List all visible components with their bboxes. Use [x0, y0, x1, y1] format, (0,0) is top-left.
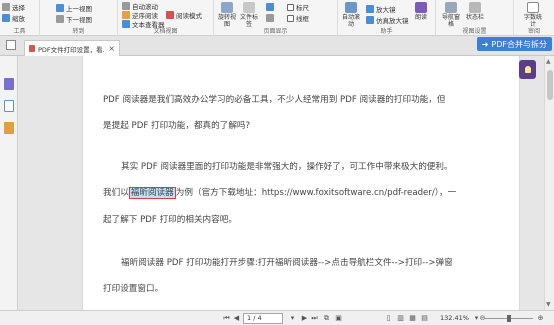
rotate-view-button[interactable]: 旋转视图: [216, 2, 238, 28]
group-label-pagedisplay: 页面显示: [263, 28, 288, 35]
nav-pane-button[interactable]: 导航窗格: [440, 2, 462, 28]
text-suffix: 为例（官方下载地址：https://www.foxitsoftware.cn/p…: [175, 188, 457, 198]
single-page-view-icon[interactable]: ▯: [384, 314, 393, 323]
tab-close-icon[interactable]: ×: [108, 44, 115, 53]
paragraph-2-line-1: 其实 PDF 阅读器里面的打印功能是非常强大的，操作好了，可工作中带来极大的便利…: [121, 162, 453, 172]
group-label-goto: 转到: [72, 28, 85, 35]
document-viewer[interactable]: PDF 阅读器是我们高效办公学习的必备工具，不少人经常用到 PDF 阅读器的打印…: [18, 56, 554, 310]
tab-document[interactable]: PDF文件打印设置，看... ×: [24, 40, 120, 56]
zoom-in-icon[interactable]: ⊕: [536, 314, 545, 323]
group-label-review: 审阅: [527, 28, 540, 35]
magnifier-icon: [366, 5, 374, 13]
bookmark-icon[interactable]: [4, 78, 14, 90]
paragraph-1-line-2: 是提起 PDF 打印功能，都真的了解吗?: [103, 121, 251, 131]
prev-view-button[interactable]: 上一视图: [56, 3, 92, 13]
ribbon-group-pagedisplay: 旋转视图 文件标签 标尺 线框 页面显示: [214, 0, 338, 36]
reverse-icon: [122, 2, 130, 10]
status-bar-icon: [469, 2, 481, 13]
group-label-assist: 助手: [380, 28, 393, 35]
vertical-scrollbar[interactable]: ▲ ▼: [544, 56, 554, 310]
next-view-button[interactable]: 下一视图: [56, 14, 92, 24]
paragraph-3-line-2: 打印设置窗口。: [103, 284, 164, 294]
continuous-icon: [266, 14, 274, 22]
first-page-icon[interactable]: ⏮: [222, 314, 231, 323]
read-mode-button[interactable]: 阅读模式: [166, 10, 202, 20]
loupe-button[interactable]: 仿真放大镜: [366, 15, 409, 25]
prev-view-icon: [56, 4, 64, 12]
tips-lamp-icon[interactable]: [519, 60, 536, 79]
speaker-icon: [415, 2, 427, 13]
select-tool-button[interactable]: 选择: [2, 2, 25, 12]
last-page-icon[interactable]: ⏭: [310, 314, 319, 323]
ribbon-group-tools: 选择 缩放 工具: [0, 0, 40, 36]
single-page-button[interactable]: [266, 2, 274, 12]
zoom-level[interactable]: 132.41%: [440, 314, 469, 322]
ribbon: 选择 缩放 工具 上一视图 下一视图 转到 自动滚动 逆序阅读 阅读模式 文本查…: [0, 0, 554, 36]
pdf-file-icon: [29, 45, 35, 52]
zoom-tool-button[interactable]: 缩放: [2, 13, 25, 23]
checkbox-icon: [287, 3, 294, 11]
continuous-page-button[interactable]: [266, 13, 274, 23]
grid-checkbox[interactable]: 线框: [287, 13, 309, 23]
panel-toggle-icon[interactable]: [6, 40, 16, 50]
text-prefix: 我们以: [103, 188, 129, 198]
file-tab-button[interactable]: 文件标签: [238, 2, 260, 28]
read-mode-icon: [166, 11, 174, 19]
copy-page-icon[interactable]: ⧉: [322, 314, 331, 323]
tab-title: PDF文件打印设置，看...: [38, 45, 106, 54]
pdf-page[interactable]: PDF 阅读器是我们高效办公学习的必备工具，不少人经常用到 PDF 阅读器的打印…: [82, 56, 520, 310]
paragraph-3-line-1: 福昕阅读器 PDF 打印功能打开步骤:打开福昕阅读器-->点击导航栏文件-->打…: [121, 258, 453, 268]
next-view-icon: [56, 15, 64, 23]
zoom-icon: [2, 14, 10, 22]
loupe-icon: [366, 16, 374, 24]
status-bar-button[interactable]: 状态栏: [464, 2, 486, 28]
nav-pane-icon: [445, 2, 457, 13]
rotate-icon: [221, 2, 233, 13]
word-count-button[interactable]: 字数统计: [522, 2, 544, 28]
cursor-icon: [2, 3, 10, 11]
group-label-viewset: 视图设置: [462, 28, 487, 35]
layers-icon[interactable]: [4, 122, 14, 134]
two-page-view-icon[interactable]: ▦: [408, 314, 417, 323]
page-thumbnail-icon[interactable]: [4, 100, 14, 112]
left-navigation-bar: [0, 56, 18, 310]
group-label-tools: 工具: [13, 28, 26, 35]
two-page-continuous-icon[interactable]: ▤: [420, 314, 429, 323]
filetab-icon: [243, 2, 255, 13]
word-count-icon: [527, 2, 539, 13]
pdf-merge-split-banner[interactable]: ➜ PDF合并与拆分: [476, 37, 552, 51]
scroll-down-icon[interactable]: ▼: [546, 301, 551, 308]
zoom-slider-knob[interactable]: [507, 315, 511, 322]
highlighted-text[interactable]: 福昕阅读器: [128, 187, 176, 199]
magnifier-button[interactable]: 放大镜: [366, 4, 396, 14]
ribbon-group-assist: 自动滚动 放大镜 仿真放大镜 朗读 助手: [338, 0, 436, 36]
continuous-view-icon[interactable]: ▥: [396, 314, 405, 323]
auto-scroll-icon: [345, 2, 357, 13]
paragraph-1-line-1: PDF 阅读器是我们高效办公学习的必备工具，不少人经常用到 PDF 阅读器的打印…: [103, 95, 446, 105]
scroll-thumb[interactable]: [547, 70, 553, 100]
scroll-up-icon[interactable]: ▲: [546, 58, 551, 65]
prev-page-icon[interactable]: ◀: [232, 314, 241, 323]
reflow-icon: [122, 11, 130, 19]
paragraph-2-line-3: 起了解下 PDF 打印的相关内容吧。: [103, 215, 237, 225]
status-bar: ⏮ ◀ 1 / 4 ▾ ▶ ⏭ ⧉ ▣ ▯ ▥ ▦ ▤ 132.41% ▾ ⊖ …: [0, 310, 554, 325]
ruler-checkbox[interactable]: 标尺: [287, 2, 309, 12]
document-tab-strip: PDF文件打印设置，看... × ⌃: [0, 36, 554, 56]
checkbox-icon: [287, 14, 294, 22]
arrow-icon: ➜: [481, 39, 489, 49]
ribbon-group-goto: 上一视图 下一视图 转到: [40, 0, 118, 36]
auto-scroll-button[interactable]: 自动滚动: [340, 2, 362, 28]
ribbon-group-viewset: 导航窗格 状态栏 视图设置: [436, 0, 514, 36]
group-label-docview: 文档视图: [153, 28, 178, 35]
next-page-icon[interactable]: ▶: [300, 314, 309, 323]
ribbon-group-docview: 自动滚动 逆序阅读 阅读模式 文本查看器 文档视图: [118, 0, 214, 36]
read-aloud-button[interactable]: 朗读: [410, 2, 432, 28]
paragraph-2-line-2: 我们以 福昕阅读器 为例（官方下载地址：https://www.foxitsoftw…: [103, 186, 503, 199]
page-layout-icon: [266, 3, 274, 11]
dropdown-icon[interactable]: ▾: [288, 314, 297, 323]
fit-page-icon[interactable]: ▣: [334, 314, 343, 323]
ribbon-group-review: 字数统计 审阅: [514, 0, 554, 36]
zoom-slider[interactable]: [485, 315, 533, 322]
page-number-input[interactable]: 1 / 4: [243, 313, 283, 324]
